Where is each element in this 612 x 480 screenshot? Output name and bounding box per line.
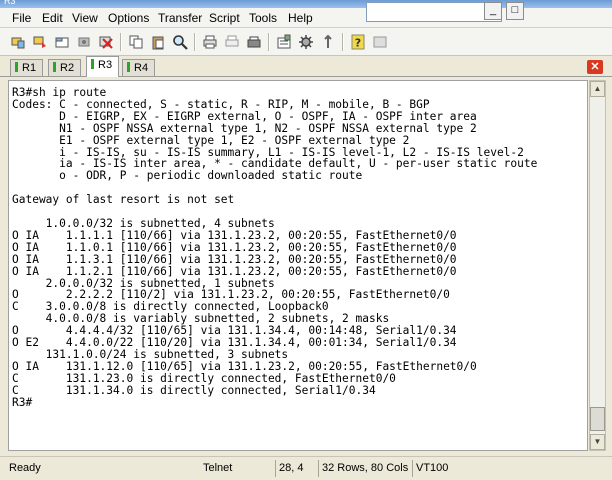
connected-icon: [15, 62, 18, 72]
menu-transfer[interactable]: Transfer: [158, 11, 202, 25]
status-size: 32 Rows, 80 Cols: [318, 460, 408, 477]
terminal-line: O IA 1.1.2.1 [110/66] via 131.1.23.2, 00…: [12, 264, 457, 278]
status-bar: Ready Telnet 28, 4 32 Rows, 80 Cols VT10…: [0, 456, 612, 480]
quick-connect-icon[interactable]: [30, 32, 50, 52]
menu-script[interactable]: Script: [209, 11, 240, 25]
tab-r4[interactable]: R4: [122, 59, 156, 76]
terminal-line: O IA 1.1.1.1 [110/66] via 131.1.23.2, 00…: [12, 228, 457, 242]
terminal-line: N1 - OSPF NSSA external type 1, N2 - OSP…: [12, 121, 477, 135]
menu-file[interactable]: File: [12, 11, 31, 25]
terminal-line: R3#: [12, 395, 33, 409]
toolbar-separator: [194, 33, 196, 51]
connect-tab-icon[interactable]: [52, 32, 72, 52]
scroll-up-icon[interactable]: ▲: [590, 81, 605, 97]
paste-icon[interactable]: [148, 32, 168, 52]
toolbar-separator: [120, 33, 122, 51]
status-protocol: Telnet: [203, 462, 233, 474]
window-title: R3: [4, 0, 16, 6]
menu-edit[interactable]: Edit: [42, 11, 63, 25]
disconnect-icon[interactable]: [96, 32, 116, 52]
status-state: Ready: [9, 462, 41, 474]
menu-options[interactable]: Options: [108, 11, 149, 25]
terminal-line: O IA 1.1.0.1 [110/66] via 131.1.23.2, 00…: [12, 240, 457, 254]
terminal-area[interactable]: R3#sh ip route Codes: C - connected, S - …: [8, 80, 588, 451]
session-options-icon[interactable]: [274, 32, 294, 52]
sftp-icon[interactable]: [370, 32, 390, 52]
toolbar: ?: [0, 28, 612, 56]
search-input[interactable]: [366, 2, 502, 22]
toolbar-separator: [342, 33, 344, 51]
connected-icon: [53, 62, 56, 72]
print-icon[interactable]: [200, 32, 220, 52]
global-options-icon[interactable]: [296, 32, 316, 52]
find-icon[interactable]: [170, 32, 190, 52]
menu-tools[interactable]: Tools: [249, 11, 277, 25]
terminal-line: C 131.1.23.0 is directly connected, Fast…: [12, 371, 396, 385]
status-emulation: VT100: [412, 460, 448, 477]
close-tab-icon[interactable]: ✕: [587, 60, 603, 74]
maximize-button[interactable]: □: [506, 2, 524, 20]
tab-r3[interactable]: R3: [86, 56, 120, 77]
terminal-line: O IA 1.1.3.1 [110/66] via 131.1.23.2, 00…: [12, 252, 457, 266]
keymap-icon[interactable]: [318, 32, 338, 52]
reconnect-icon[interactable]: [74, 32, 94, 52]
menu-help[interactable]: Help: [288, 11, 313, 25]
printer-icon[interactable]: [244, 32, 264, 52]
tab-r2[interactable]: R2: [48, 59, 82, 76]
help-icon[interactable]: ?: [348, 32, 368, 52]
print-setup-icon[interactable]: [222, 32, 242, 52]
terminal-line: Gateway of last resort is not set: [12, 193, 235, 207]
terminal-line: o - ODR, P - periodic downloaded static …: [12, 169, 363, 183]
terminal-line: E1 - OSPF external type 1, E2 - OSPF ext…: [12, 133, 410, 147]
status-cursor: 28, 4: [275, 460, 303, 477]
connected-icon: [127, 62, 130, 72]
scroll-thumb[interactable]: [590, 407, 605, 431]
vertical-scrollbar[interactable]: ▲ ▼: [589, 80, 606, 451]
svg-text:?: ?: [355, 37, 361, 50]
minimize-button[interactable]: _: [484, 2, 502, 20]
terminal-line: O IA 131.1.12.0 [110/65] via 131.1.23.2,…: [12, 359, 477, 373]
connected-icon: [91, 59, 94, 69]
session-tab-bar: R1 R2 R3 R4: [0, 56, 612, 77]
menu-view[interactable]: View: [72, 11, 98, 25]
terminal-line: D - EIGRP, EX - EIGRP external, O - OSPF…: [12, 109, 477, 123]
terminal-line: C 131.1.34.0 is directly connected, Seri…: [12, 383, 376, 397]
scroll-down-icon[interactable]: ▼: [590, 434, 605, 450]
copy-icon[interactable]: [126, 32, 146, 52]
tab-r1[interactable]: R1: [10, 59, 44, 76]
terminal-output: R3#sh ip route Codes: C - connected, S - …: [12, 87, 537, 408]
connect-icon[interactable]: [8, 32, 28, 52]
toolbar-separator: [268, 33, 270, 51]
